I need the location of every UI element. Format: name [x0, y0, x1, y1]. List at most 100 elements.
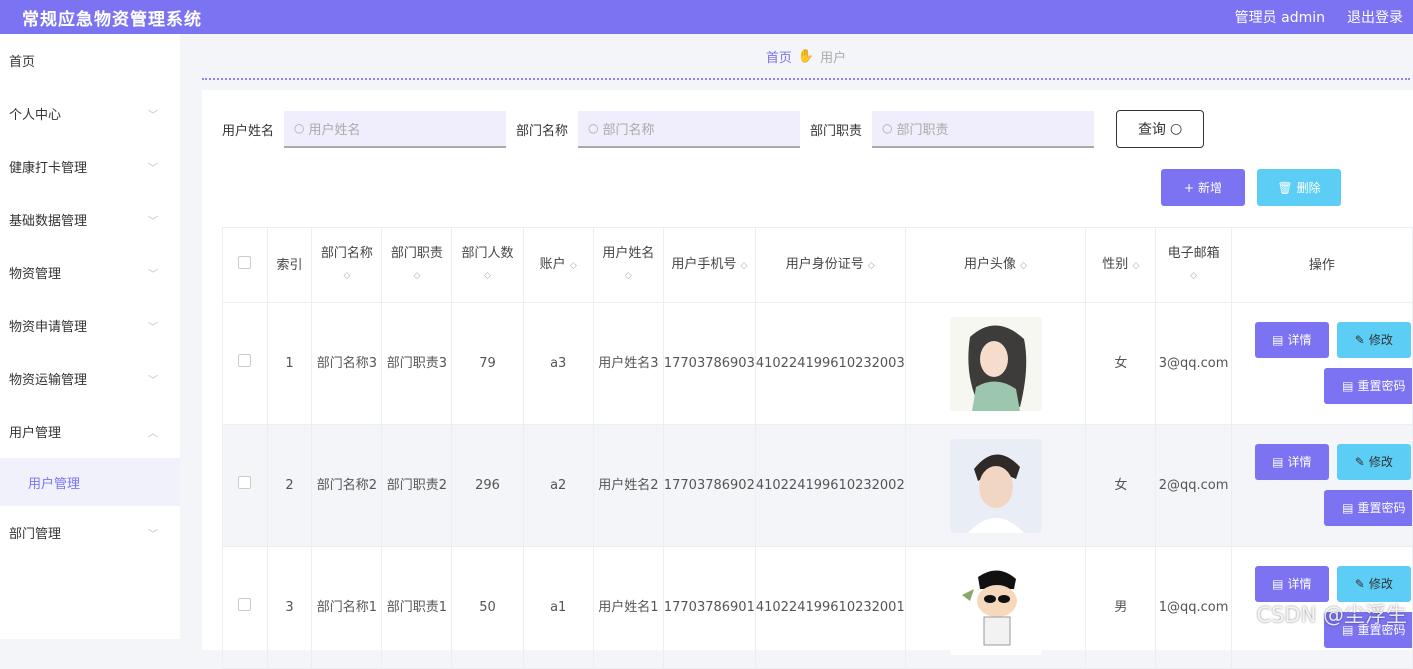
cell-dept-name: 部门名称1	[312, 547, 382, 669]
document-icon: ▤	[1272, 330, 1283, 351]
sidebar-item-label: 物资管理	[9, 263, 61, 282]
main-content: 首页 ✋ 用户 用户姓名 ○用户姓名 部门名称 ○部门名称 部门职责 ○部门职责…	[202, 34, 1413, 639]
chevron-down-icon: ﹀	[148, 212, 158, 227]
sidebar-item-users[interactable]: 用户管理︿	[0, 405, 180, 458]
cell-email: 3@qq.com	[1156, 303, 1231, 425]
chevron-down-icon: ﹀	[148, 159, 158, 174]
sidebar-item-supply-requests[interactable]: 物资申请管理﹀	[0, 299, 180, 352]
sort-icon: ◇	[1020, 261, 1027, 271]
header-actions: 操作	[1231, 228, 1412, 303]
add-button[interactable]: + 新增	[1161, 169, 1245, 206]
chevron-down-icon: ﹀	[148, 106, 158, 121]
cell-dept-duty: 部门职责1	[382, 547, 452, 669]
pencil-icon: ✎	[1355, 330, 1365, 351]
delete-button[interactable]: 🗑删除	[1257, 169, 1341, 206]
row-checkbox[interactable]	[223, 547, 268, 669]
reset-password-button[interactable]: ▤重置密码	[1324, 368, 1413, 404]
search-label-dept-duty: 部门职责	[810, 120, 862, 139]
cell-email: 2@qq.com	[1156, 425, 1231, 547]
cell-dept-count: 50	[452, 547, 523, 669]
placeholder-text: 部门名称	[603, 119, 655, 138]
search-bar: 用户姓名 ○用户姓名 部门名称 ○ 部门名称 部门职责 ○部门职责 查询○	[222, 110, 1204, 148]
cell-gender: 男	[1086, 547, 1156, 669]
delete-button-label: 删除	[1297, 179, 1321, 196]
app-title: 常规应急物资管理系统	[22, 5, 202, 30]
breadcrumb-current: 用户	[820, 47, 846, 66]
detail-button[interactable]: ▤详情	[1255, 322, 1329, 358]
placeholder-text: 用户姓名	[309, 119, 361, 138]
detail-button[interactable]: ▤详情	[1255, 566, 1329, 602]
select-all-checkbox[interactable]	[223, 228, 268, 303]
sidebar-item-personal-center[interactable]: 个人中心﹀	[0, 87, 180, 140]
cell-phone: 17703786901	[663, 547, 755, 669]
cell-dept-count: 79	[452, 303, 523, 425]
add-button-label: 新增	[1198, 179, 1222, 196]
sidebar-item-label: 基础数据管理	[9, 210, 87, 229]
breadcrumb-home[interactable]: 首页	[766, 47, 792, 66]
edit-button[interactable]: ✎修改	[1337, 566, 1411, 602]
search-icon: ○	[588, 121, 598, 135]
header-account[interactable]: 账户 ◇	[523, 228, 593, 303]
admin-user-label[interactable]: 管理员 admin	[1235, 7, 1325, 27]
cell-email: 1@qq.com	[1156, 547, 1231, 669]
sidebar-item-health-checkin[interactable]: 健康打卡管理﹀	[0, 140, 180, 193]
edit-button[interactable]: ✎修改	[1337, 322, 1411, 358]
table-row: 1 部门名称3 部门职责3 79 a3 用户姓名3 17703786903 41…	[223, 303, 1413, 425]
chevron-down-icon: ﹀	[148, 318, 158, 333]
pencil-icon: ✎	[1355, 574, 1365, 595]
header-dept-name[interactable]: 部门名称◇	[312, 228, 382, 303]
header-user-name[interactable]: 用户姓名◇	[593, 228, 663, 303]
sidebar-item-supplies[interactable]: 物资管理﹀	[0, 246, 180, 299]
avatar[interactable]	[950, 317, 1042, 411]
plus-icon: +	[1184, 181, 1194, 195]
document-icon: ▤	[1342, 376, 1353, 397]
sidebar-item-supply-transport[interactable]: 物资运输管理﹀	[0, 352, 180, 405]
cell-phone: 17703786902	[663, 425, 755, 547]
avatar[interactable]	[950, 439, 1042, 533]
header-phone[interactable]: 用户手机号 ◇	[663, 228, 755, 303]
header-avatar[interactable]: 用户头像 ◇	[905, 228, 1086, 303]
cell-account: a1	[523, 547, 593, 669]
row-checkbox[interactable]	[223, 303, 268, 425]
sort-icon: ◇	[868, 261, 875, 271]
cell-index: 1	[267, 303, 312, 425]
sort-icon: ◇	[343, 271, 350, 281]
sidebar-subitem-user-management[interactable]: 用户管理	[0, 458, 180, 506]
sidebar-item-base-data[interactable]: 基础数据管理 ﹀	[0, 193, 180, 246]
cell-phone: 17703786903	[663, 303, 755, 425]
logout-link[interactable]: 退出登录	[1347, 7, 1403, 27]
cell-dept-name: 部门名称2	[312, 425, 382, 547]
cell-dept-name: 部门名称3	[312, 303, 382, 425]
header-dept-count[interactable]: 部门人数◇	[452, 228, 523, 303]
reset-password-button[interactable]: ▤重置密码	[1324, 490, 1413, 526]
header-email[interactable]: 电子邮箱◇	[1156, 228, 1231, 303]
sidebar-item-departments[interactable]: 部门管理﹀	[0, 506, 180, 559]
table-row: 3 部门名称1 部门职责1 50 a1 用户姓名1 17703786901 41…	[223, 547, 1413, 669]
detail-button[interactable]: ▤详情	[1255, 444, 1329, 480]
dept-name-search-input[interactable]: ○ 部门名称	[578, 111, 800, 148]
user-name-search-input[interactable]: ○用户姓名	[284, 111, 506, 148]
cell-gender: 女	[1086, 303, 1156, 425]
cell-avatar	[905, 547, 1086, 669]
query-button[interactable]: 查询○	[1116, 110, 1204, 148]
header-id-card[interactable]: 用户身份证号 ◇	[755, 228, 905, 303]
dept-duty-search-input[interactable]: ○部门职责	[872, 111, 1094, 148]
chevron-up-icon: ︿	[148, 424, 158, 439]
cell-dept-duty: 部门职责2	[382, 425, 452, 547]
edit-button[interactable]: ✎修改	[1337, 444, 1411, 480]
header-gender[interactable]: 性别 ◇	[1086, 228, 1156, 303]
table-row: 2 部门名称2 部门职责2 296 a2 用户姓名2 17703786902 4…	[223, 425, 1413, 547]
row-checkbox[interactable]	[223, 425, 268, 547]
watermark: CSDN @尘浮生	[1256, 599, 1407, 629]
avatar[interactable]	[950, 561, 1042, 655]
header-dept-duty[interactable]: 部门职责◇	[382, 228, 452, 303]
sort-icon: ◇	[570, 261, 577, 271]
document-icon: ▤	[1272, 574, 1283, 595]
hand-icon: ✋	[798, 49, 814, 64]
sidebar-item-label: 部门管理	[9, 523, 61, 542]
cell-id-card: 410224199610232001	[755, 547, 905, 669]
sidebar-item-home[interactable]: 首页	[0, 34, 180, 87]
cell-user-name: 用户姓名2	[593, 425, 663, 547]
sort-icon: ◇	[1132, 261, 1139, 271]
cell-account: a3	[523, 303, 593, 425]
